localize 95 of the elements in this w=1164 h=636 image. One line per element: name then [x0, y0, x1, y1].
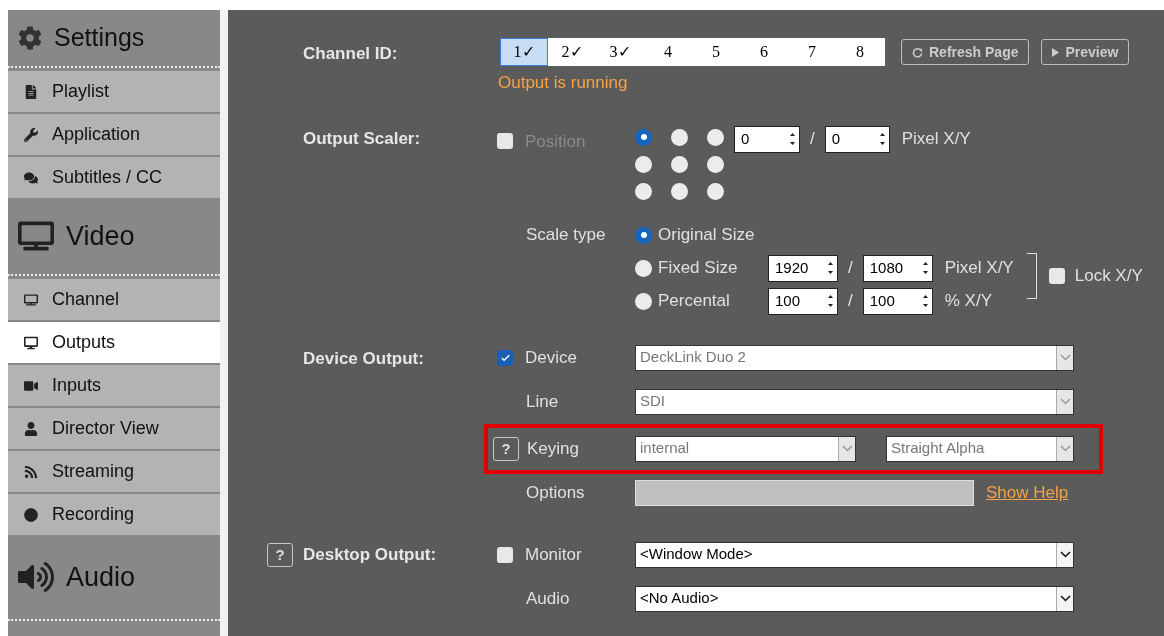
status-text: Output is running — [498, 72, 629, 94]
sidebar-item[interactable]: Playlist — [8, 71, 220, 112]
rss-icon — [24, 464, 38, 479]
sidebar-item[interactable]: Streaming — [8, 451, 220, 492]
radio-button[interactable] — [635, 226, 652, 244]
speech-bubbles-icon — [24, 170, 38, 185]
chevron-down-icon — [1059, 354, 1071, 361]
radio-button[interactable] — [635, 128, 652, 146]
spinner-arrows-icon[interactable] — [921, 260, 929, 276]
field-label: Keying — [527, 437, 579, 460]
field-label: Desktop Output: — [303, 543, 437, 566]
radio-label: Original Size — [658, 224, 755, 247]
speaker-icon — [18, 559, 54, 595]
channel-selector[interactable]: 1✓ 2✓ 3✓ 4 5 6 7 8 — [500, 38, 885, 66]
channel-tab[interactable]: 4 — [644, 38, 692, 66]
channel-tab[interactable]: 3✓ — [596, 38, 644, 66]
checkbox[interactable] — [1048, 267, 1065, 284]
field-label: Channel ID: — [303, 44, 398, 63]
sidebar-item[interactable]: Inputs — [8, 365, 220, 406]
sidebar-item[interactable]: Outputs — [8, 322, 220, 363]
sidebar-item[interactable]: Application — [8, 114, 220, 155]
channel-tab[interactable]: 7 — [788, 38, 836, 66]
radio-label: Fixed Size — [658, 257, 738, 280]
unit-label: Pixel X/Y — [901, 128, 971, 151]
options-field[interactable] — [635, 479, 974, 506]
radio-button[interactable] — [671, 155, 688, 173]
field-label: Line — [526, 391, 559, 411]
document-icon — [24, 84, 38, 99]
sidebar-item[interactable]: Channel — [8, 279, 220, 320]
spinner-arrows-icon[interactable] — [921, 293, 929, 309]
checkbox[interactable] — [497, 546, 513, 563]
checkbox-label: Monitor — [525, 543, 582, 566]
field-label: Audio — [526, 588, 570, 608]
spinner-arrows-icon[interactable] — [827, 260, 834, 276]
number-field[interactable]: 1920 — [768, 254, 838, 282]
field-label: Device Output: — [303, 348, 424, 368]
channel-tab[interactable]: 8 — [836, 38, 884, 66]
unit-label: Pixel X/Y — [944, 257, 1015, 280]
dot-icon — [24, 507, 38, 522]
channel-tab[interactable]: 2✓ — [548, 38, 596, 66]
radio-button[interactable] — [671, 182, 688, 200]
chevron-down-icon — [1059, 551, 1071, 558]
number-field[interactable]: 1080 — [862, 254, 933, 282]
field-label: Scale type — [526, 224, 606, 244]
number-field[interactable]: 100 — [768, 287, 838, 315]
bracket-line — [1026, 252, 1037, 299]
radio-button[interactable] — [707, 155, 724, 173]
field-label: Output Scaler: — [303, 128, 421, 148]
sidebar-item[interactable]: Director View — [8, 408, 220, 449]
unit-label: % X/Y — [944, 290, 993, 313]
section-heading: Audio — [66, 560, 136, 594]
toolbar-button[interactable]: Refresh Page — [901, 39, 1030, 65]
play-icon — [1052, 47, 1060, 57]
monitor-icon — [24, 335, 38, 350]
sidebar-item[interactable]: Recording — [8, 494, 220, 535]
separator-slash: / — [848, 290, 853, 313]
chevron-down-icon — [1059, 595, 1071, 602]
number-field[interactable]: 0 — [824, 125, 890, 153]
refresh-icon — [912, 46, 923, 58]
separator-slash: / — [810, 128, 815, 151]
radio-label: Percental — [658, 290, 730, 313]
section-heading: Settings — [54, 22, 145, 54]
section-heading: Video — [66, 219, 135, 253]
spinner-arrows-icon[interactable] — [878, 131, 886, 147]
chevron-down-icon — [841, 445, 853, 452]
dropdown[interactable]: <No Audio> — [635, 585, 1074, 612]
radio-button[interactable] — [635, 292, 652, 310]
toolbar-button[interactable]: Preview — [1041, 39, 1130, 65]
settings-icon — [18, 26, 42, 50]
separator-slash: / — [848, 257, 853, 280]
chevron-down-icon — [1059, 445, 1071, 452]
radio-button[interactable] — [635, 155, 652, 173]
dropdown[interactable]: <Window Mode> — [635, 541, 1074, 568]
chevron-down-icon — [1059, 398, 1071, 405]
person-icon — [24, 421, 38, 436]
checkmark-icon — [499, 352, 511, 363]
spinner-arrows-icon[interactable] — [827, 293, 834, 309]
wrench-icon — [24, 127, 38, 142]
channel-tab[interactable]: 1✓ — [500, 38, 548, 66]
spinner-arrows-icon[interactable] — [789, 131, 796, 147]
camera-icon — [24, 378, 38, 393]
radio-button[interactable] — [707, 128, 724, 146]
checkbox-label: Device — [525, 346, 577, 369]
radio-button[interactable] — [671, 128, 688, 146]
radio-button[interactable] — [635, 182, 652, 200]
radio-button[interactable] — [635, 259, 652, 277]
help-button[interactable]: ? — [267, 542, 293, 567]
number-field[interactable]: 100 — [862, 287, 933, 315]
number-field[interactable]: 0 — [734, 125, 800, 153]
field-label: Options — [526, 482, 585, 502]
channel-tab[interactable]: 6 — [740, 38, 788, 66]
sidebar-item[interactable]: Subtitles / CC — [8, 157, 220, 198]
channel-tab[interactable]: 5 — [692, 38, 740, 66]
checkbox-label: Lock X/Y — [1074, 264, 1143, 287]
radio-button[interactable] — [707, 182, 724, 200]
